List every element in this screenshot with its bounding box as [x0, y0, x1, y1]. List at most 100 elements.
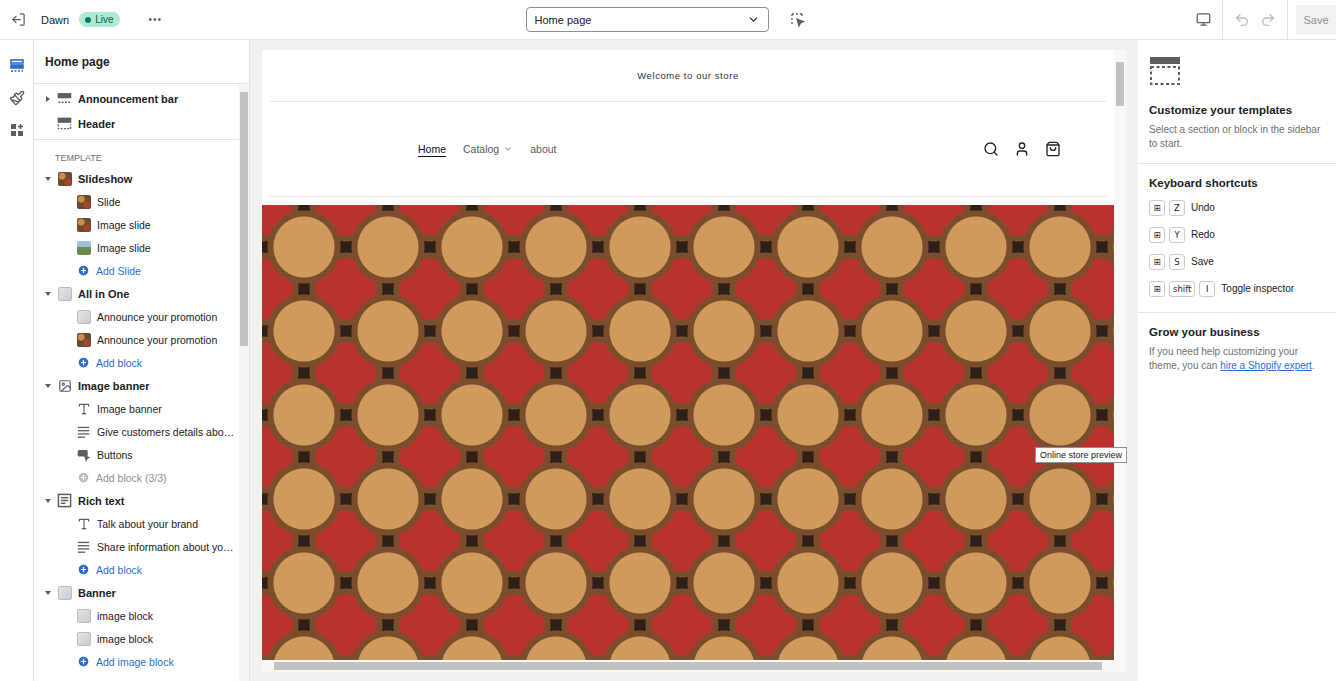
chevron-down-icon	[503, 144, 513, 154]
expand-caret-icon[interactable]	[45, 590, 51, 596]
block-row[interactable]: image block	[34, 604, 239, 627]
block-row[interactable]: Slide	[34, 190, 239, 213]
section-row[interactable]: All in One	[34, 282, 239, 305]
add-block-row[interactable]: Add Slide	[34, 259, 239, 282]
block-label: Announce your promotion	[97, 311, 217, 323]
block-row[interactable]: Share information about yo…	[34, 535, 239, 558]
key-cap: Z	[1169, 200, 1185, 216]
search-button[interactable]	[982, 140, 1000, 158]
block-icon-slot	[76, 516, 91, 531]
rail-button[interactable]	[4, 117, 30, 143]
block-row[interactable]: Give customers details abo…	[34, 420, 239, 443]
template-section: SlideshowSlideImage slideImage slideAdd …	[34, 167, 239, 282]
block-row[interactable]: image block	[34, 627, 239, 650]
block-row[interactable]: Talk about your brand	[34, 512, 239, 535]
device-preview-button[interactable]	[1190, 7, 1216, 33]
theme-editor: DawnLive•••Home pageSaveHome pageAnnounc…	[0, 0, 1336, 681]
preview-horizontal-scrollbar[interactable]	[262, 660, 1114, 672]
template-section: Rich textTalk about your brand Share info…	[34, 489, 239, 581]
placeholder-thumbnail-icon	[77, 632, 91, 646]
add-block-row[interactable]: Add block	[34, 351, 239, 374]
undo-icon	[1234, 12, 1250, 28]
section-row[interactable]: Banner	[34, 581, 239, 604]
sidebar-body: Announcement barHeaderTEMPLATESlideshowS…	[34, 84, 249, 681]
block-label: Image banner	[97, 403, 162, 415]
hire-expert-link[interactable]: hire a Shopify expert	[1220, 360, 1312, 371]
block-row[interactable]: Image banner	[34, 397, 239, 420]
placeholder-thumbnail-icon	[77, 609, 91, 623]
section-row[interactable]: Slideshow	[34, 167, 239, 190]
shortcut-row: ⊞SSave	[1149, 248, 1325, 275]
nav-link[interactable]: Catalog	[463, 143, 513, 155]
block-row[interactable]: Image slide	[34, 236, 239, 259]
cart-button[interactable]	[1044, 140, 1062, 158]
section-label: Header	[78, 118, 115, 130]
store-preview: Welcome to our storeHomeCatalogaboutOnli…	[250, 40, 1138, 681]
block-row[interactable]: Image slide	[34, 213, 239, 236]
block-row[interactable]: Announce your promotion	[34, 305, 239, 328]
expand-caret-icon[interactable]	[45, 291, 51, 297]
shortcut-label: Toggle inspector	[1221, 283, 1294, 294]
rail-button[interactable]	[4, 53, 30, 79]
add-block-row[interactable]: Add block	[34, 558, 239, 581]
block-icon-slot	[76, 332, 91, 347]
announcement-bar: Welcome to our store	[270, 50, 1106, 102]
nav-link[interactable]: about	[530, 143, 556, 155]
sidebar-title: Home page	[34, 40, 249, 84]
scrollbar-thumb[interactable]	[274, 662, 1102, 670]
section-label: All in One	[78, 288, 129, 300]
block-icon-slot	[76, 401, 91, 416]
redo-button[interactable]	[1255, 7, 1281, 33]
more-button[interactable]: •••	[144, 14, 166, 25]
add-block-row[interactable]: Add image block	[34, 650, 239, 673]
live-dot-icon	[85, 17, 91, 23]
fixed-section-row[interactable]: Announcement bar	[34, 86, 239, 111]
section-row[interactable]: Rich text	[34, 489, 239, 512]
shortcut-label: Redo	[1191, 229, 1215, 240]
shortcut-list: ⊞ZUndo⊞YRedo⊞SSave⊞shiftIToggle inspecto…	[1149, 194, 1325, 302]
shortcuts-title: Keyboard shortcuts	[1149, 177, 1325, 189]
top-bar-center: Home page	[526, 7, 811, 33]
shortcut-row: ⊞YRedo	[1149, 221, 1325, 248]
scrollbar-thumb[interactable]	[1116, 62, 1124, 106]
toolbar-divider	[1222, 0, 1223, 39]
inspector-button[interactable]	[785, 7, 811, 33]
undo-button[interactable]	[1229, 7, 1255, 33]
block-row[interactable]: Announce your promotion	[34, 328, 239, 351]
section-icon-slot	[57, 91, 72, 106]
scrollbar-corner	[1114, 660, 1126, 672]
account-button[interactable]	[1013, 140, 1031, 158]
block-label: Share information about yo…	[97, 541, 234, 553]
scrollbar-thumb[interactable]	[240, 92, 248, 346]
rich-text-icon	[57, 493, 72, 508]
placeholder-thumbnail-icon	[58, 586, 72, 600]
block-icon-slot	[76, 240, 91, 255]
expand-caret-icon[interactable]	[45, 176, 51, 182]
key-cap: ⊞	[1149, 227, 1165, 243]
block-row[interactable]: Buttons	[34, 443, 239, 466]
add-icon-slot	[76, 471, 90, 485]
expand-caret-icon[interactable]	[45, 383, 51, 389]
key-cap: I	[1199, 281, 1215, 297]
section-label: Banner	[78, 587, 116, 599]
add-block-label: Add Slide	[96, 265, 141, 277]
inspector-panel: Customize your templatesSelect a section…	[1138, 40, 1336, 681]
exit-button[interactable]	[5, 7, 31, 33]
nav-link[interactable]: Home	[418, 143, 446, 155]
add-circle-icon	[77, 471, 90, 484]
block-label: Give customers details abo…	[97, 426, 234, 438]
sidebar-scrollbar[interactable]	[239, 84, 249, 681]
fixed-section-row[interactable]: Header	[34, 111, 239, 136]
grow-title: Grow your business	[1149, 326, 1325, 338]
template-section: All in One Announce your promotion Announc…	[34, 282, 239, 374]
section-row[interactable]: Image banner	[34, 374, 239, 397]
block-label: Buttons	[97, 449, 133, 461]
add-block-label: Add block	[96, 357, 142, 369]
rail-button[interactable]	[4, 85, 30, 111]
theme-name: Dawn	[41, 14, 69, 26]
page-select[interactable]: Home page	[526, 7, 769, 32]
preview-vertical-scrollbar[interactable]	[1114, 50, 1126, 660]
expand-caret-icon[interactable]	[45, 498, 51, 504]
photo-thumbnail-icon	[58, 172, 72, 186]
expand-caret-icon[interactable]	[45, 96, 51, 102]
